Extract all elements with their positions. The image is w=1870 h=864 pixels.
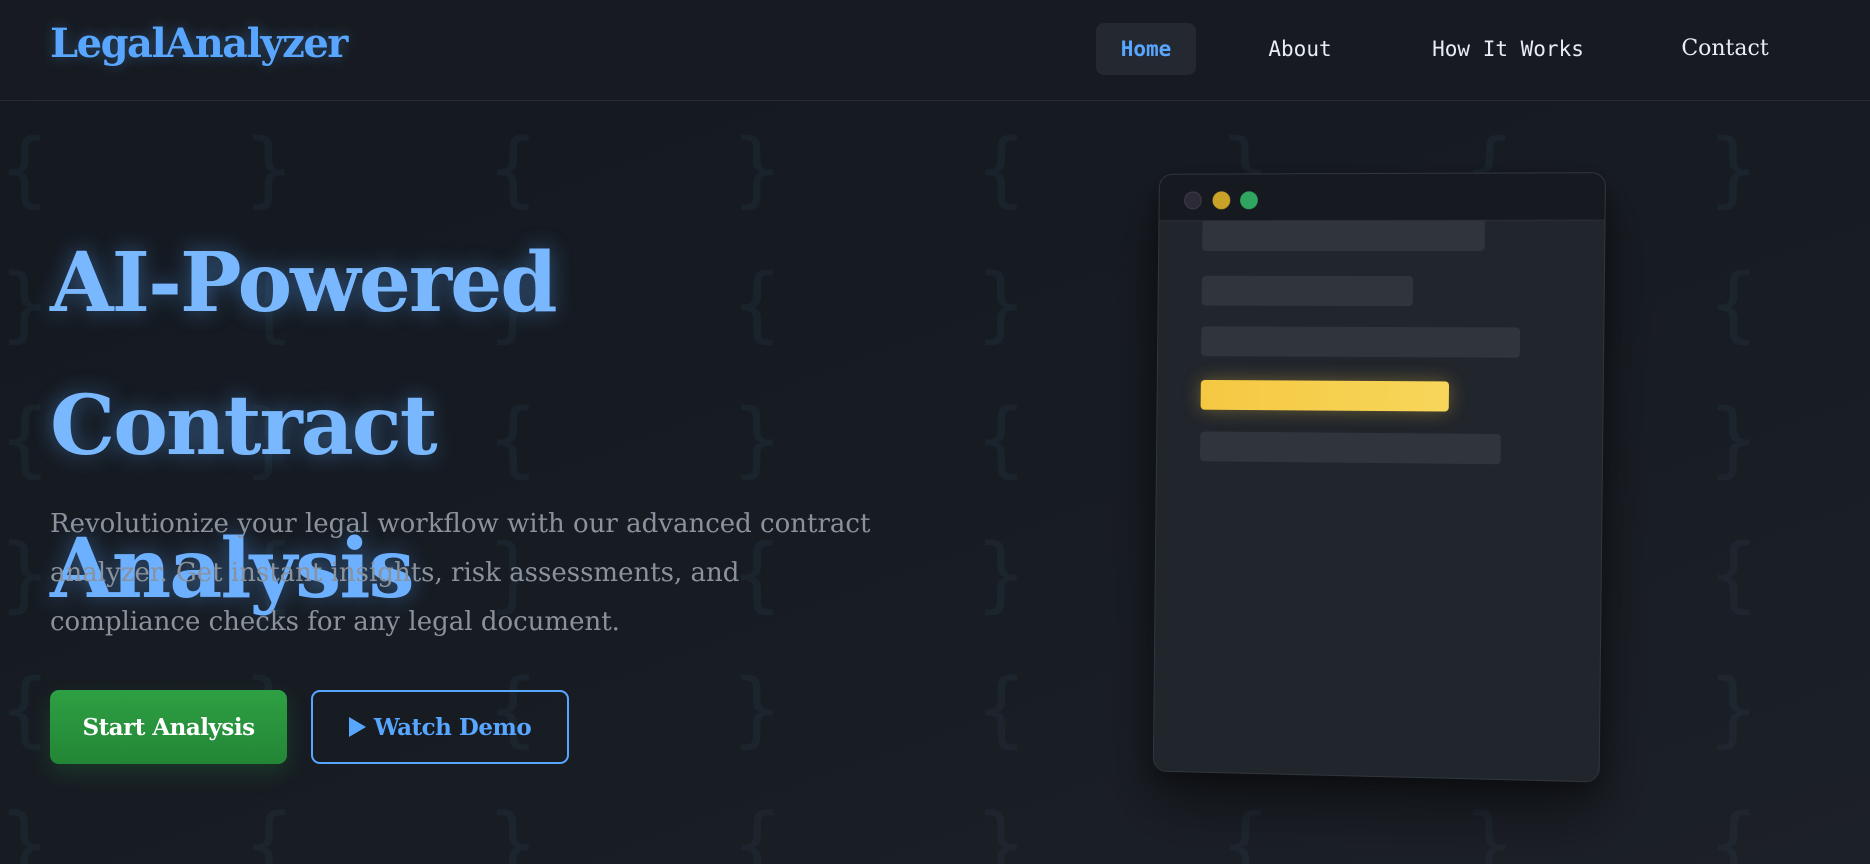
page: { } { } { } { } { } { } { } { } { } { } … bbox=[0, 0, 1870, 864]
nav-about[interactable]: About bbox=[1258, 23, 1342, 75]
nav-home[interactable]: Home bbox=[1096, 23, 1196, 75]
window-dot-minimize-icon bbox=[1212, 191, 1231, 210]
start-analysis-button[interactable]: Start Analysis bbox=[50, 690, 287, 764]
document-text-line bbox=[1202, 220, 1485, 251]
window-dot-close-icon bbox=[1184, 191, 1202, 210]
highlighted-clause-line bbox=[1200, 379, 1450, 412]
play-icon bbox=[348, 717, 366, 737]
nav-contact[interactable]: Contact bbox=[1676, 23, 1774, 75]
nav-how-it-works[interactable]: How It Works bbox=[1422, 23, 1594, 75]
start-analysis-label: Start Analysis bbox=[82, 713, 255, 741]
document-text-line bbox=[1200, 431, 1501, 465]
document-text-line bbox=[1201, 275, 1414, 307]
mockup-title-bar bbox=[1159, 173, 1605, 222]
hero-title-line-1: AI-Powered Contract bbox=[50, 235, 558, 474]
document-preview-mockup bbox=[1152, 172, 1607, 783]
top-navbar: LegalAnalyzer Home About How It Works Co… bbox=[0, 0, 1870, 101]
mockup-window bbox=[1152, 172, 1607, 783]
hero-description: Revolutionize your legal workflow with o… bbox=[50, 509, 871, 637]
window-dot-maximize-icon bbox=[1240, 191, 1258, 210]
main-nav: Home About How It Works Contact bbox=[0, 23, 1870, 75]
watch-demo-label: Watch Demo bbox=[373, 713, 532, 741]
watch-demo-button[interactable]: Watch Demo bbox=[311, 690, 569, 764]
document-text-line bbox=[1201, 326, 1521, 358]
